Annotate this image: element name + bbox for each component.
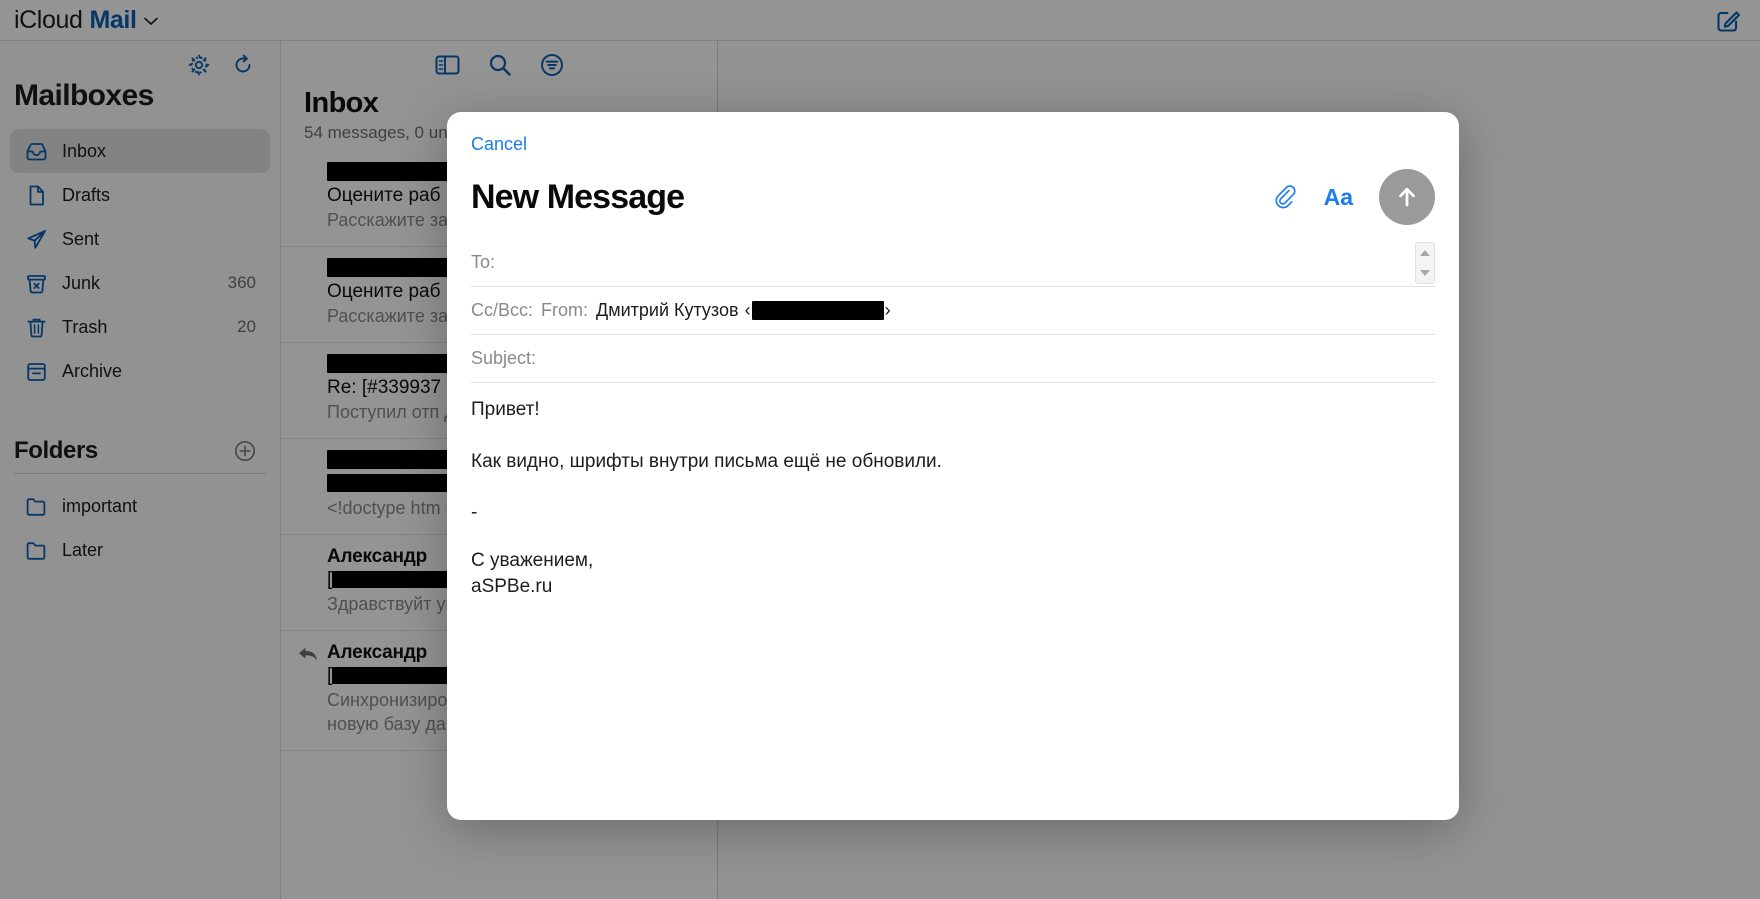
paper-plane-icon [24,228,48,251]
sidebar-item-junk[interactable]: Junk 360 [10,261,270,305]
sidebar-toggle-icon[interactable] [435,54,460,76]
compose-button[interactable] [1716,7,1742,33]
folder-icon [24,495,48,518]
sidebar-item-label: Junk [62,272,101,293]
paperclip-icon[interactable] [1272,183,1298,211]
from-label: From: [541,300,589,320]
sidebar-folder-label: Later [62,539,104,560]
message-body-editor[interactable]: Привет! Как видно, шрифты внутри письма … [447,383,1459,820]
to-label: To: [471,252,496,272]
sidebar-folder-later[interactable]: Later [10,528,270,572]
brand-icloud-text: iCloud [14,5,83,34]
archive-box-icon [24,360,48,383]
ccbcc-from-field[interactable]: Cc/Bcc: From: Дмитрий Кутузов ‹ › [471,287,1435,335]
sidebar-item-trash[interactable]: Trash 20 [10,305,270,349]
brand-mail-text: Mail [89,5,137,34]
stepper-up-arrow[interactable] [1420,249,1430,256]
sidebar: Mailboxes Inbox Drafts Sent Junk 360 Tra… [0,41,281,899]
brand-logo[interactable]: iCloud Mail [0,6,158,35]
signature-closing: С уважением, [471,549,594,571]
to-field[interactable]: To: [471,239,1435,287]
inbox-tray-icon [24,140,48,163]
compose-title-row: New Message Aa [447,155,1459,225]
add-circle-icon[interactable] [234,440,256,462]
sidebar-heading: Mailboxes [14,79,154,112]
settings-gear-icon[interactable] [188,54,210,76]
trash-can-icon [24,316,48,339]
folder-icon [24,539,48,562]
sidebar-item-inbox[interactable]: Inbox [10,129,270,173]
sidebar-item-count: 20 [237,317,256,336]
sidebar-folder-important[interactable]: important [10,484,270,528]
search-icon[interactable] [488,53,512,77]
signature-site: aSPBe.ru [471,575,553,597]
sidebar-item-label: Inbox [62,140,107,161]
folder-list: important Later [0,484,280,572]
document-icon [24,184,48,207]
up-down-stepper-icon[interactable] [1415,241,1435,284]
subject-label: Subject: [471,348,537,368]
sidebar-item-drafts[interactable]: Drafts [10,173,270,217]
junk-bin-x-icon [24,272,48,295]
message-list-toolbar [281,41,717,79]
from-name: Дмитрий Кутузов [596,300,739,320]
compose-title: New Message [471,177,685,216]
compose-cancel-row: Cancel [447,112,1459,155]
folders-heading: Folders [14,437,98,464]
sidebar-item-count: 360 [227,273,256,292]
from-email-bracket-open: ‹ [744,300,751,320]
sidebar-folder-label: important [62,495,138,516]
sidebar-tools [0,41,280,79]
sidebar-item-archive[interactable]: Archive [10,349,270,393]
from-email-redacted [751,301,884,320]
send-arrow-up-icon [1392,182,1422,212]
sidebar-item-label: Drafts [62,184,111,205]
compose-message-dialog: Cancel New Message Aa To: Cc/Bcc: From: … [447,112,1459,820]
sidebar-item-sent[interactable]: Sent [10,217,270,261]
stepper-down-arrow[interactable] [1420,269,1430,276]
ccbcc-label: Cc/Bcc: [471,300,534,320]
top-bar: iCloud Mail [0,0,1760,41]
folders-divider [14,473,266,474]
chevron-down-icon[interactable] [143,17,158,26]
body-paragraph: Как видно, шрифты внутри письма ещё не о… [471,450,942,472]
refresh-icon[interactable] [232,54,254,76]
sidebar-item-label: Archive [62,360,123,381]
body-greeting: Привет! [471,399,540,420]
subject-field[interactable]: Subject: [471,335,1435,383]
format-text-button[interactable]: Aa [1324,184,1353,211]
send-button[interactable] [1379,169,1435,225]
compose-square-pencil-icon [1716,7,1742,33]
filter-icon[interactable] [540,53,564,77]
sidebar-item-label: Trash [62,316,108,337]
cancel-button[interactable]: Cancel [471,134,527,155]
folders-header: Folders [0,393,280,473]
mailbox-list: Inbox Drafts Sent Junk 360 Trash 20 Arch… [0,129,280,393]
signature-dash: - [471,502,478,524]
sidebar-item-label: Sent [62,228,100,249]
from-email-bracket-close: › [884,300,891,320]
reply-arrow-icon [298,646,318,663]
compose-actions: Aa [1272,169,1435,225]
